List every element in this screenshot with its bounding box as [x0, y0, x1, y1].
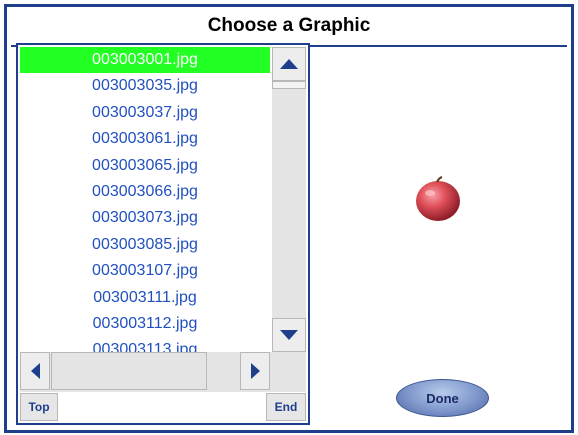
file-list-item[interactable]: 003003037.jpg: [20, 100, 270, 126]
horizontal-scrollbar[interactable]: [20, 352, 306, 392]
file-list-panel: 003003001.jpg 003003035.jpg 003003037.jp…: [16, 43, 310, 425]
dialog-title: Choose a Graphic: [207, 15, 371, 36]
scroll-up-button[interactable]: [272, 47, 306, 81]
file-list-item[interactable]: 003003085.jpg: [20, 232, 270, 258]
arrow-left-icon: [30, 363, 40, 379]
file-list-item[interactable]: 003003035.jpg: [20, 73, 270, 99]
horizontal-scroll-track[interactable]: [51, 352, 207, 390]
scroll-down-button[interactable]: [272, 318, 306, 352]
file-list-item[interactable]: 003003113.jpg: [20, 337, 270, 352]
arrow-down-icon: [280, 330, 298, 340]
scroll-right-button[interactable]: [240, 352, 270, 390]
scroll-left-button[interactable]: [20, 352, 50, 390]
file-list-item[interactable]: 003003061.jpg: [20, 126, 270, 152]
file-list-item[interactable]: 003003066.jpg: [20, 179, 270, 205]
top-button[interactable]: Top: [20, 393, 58, 421]
file-list-item[interactable]: 003003111.jpg: [20, 285, 270, 311]
file-list[interactable]: 003003001.jpg 003003035.jpg 003003037.jp…: [20, 47, 270, 352]
vertical-scrollbar[interactable]: [272, 47, 306, 352]
end-button[interactable]: End: [266, 393, 306, 421]
list-nav-row: Top End: [20, 393, 306, 421]
file-list-item[interactable]: 003003065.jpg: [20, 153, 270, 179]
apple-image: [416, 176, 460, 221]
file-list-item[interactable]: 003003073.jpg: [20, 205, 270, 231]
file-list-item[interactable]: 003003107.jpg: [20, 258, 270, 284]
file-list-item[interactable]: 003003001.jpg: [20, 47, 270, 74]
vertical-scroll-thumb[interactable]: [272, 81, 306, 89]
done-button[interactable]: Done: [396, 379, 489, 417]
arrow-up-icon: [280, 59, 298, 69]
graphic-preview: [312, 43, 562, 373]
file-list-item[interactable]: 003003112.jpg: [20, 311, 270, 337]
arrow-right-icon: [250, 363, 260, 379]
